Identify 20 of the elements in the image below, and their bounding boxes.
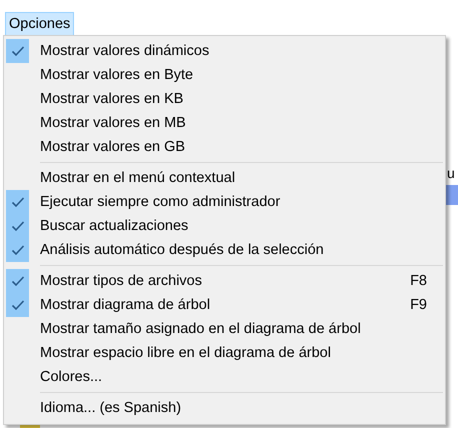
menu-bar-item[interactable]: Opciones — [5, 12, 74, 37]
menu-item[interactable]: Mostrar valores en GB — [4, 135, 445, 159]
menu-item[interactable]: Mostrar tamaño asignado en el diagrama de árbol — [4, 317, 445, 341]
shortcut-text: F9 — [410, 297, 427, 313]
menu-item[interactable]: Mostrar valores en Byte — [4, 63, 445, 87]
menu-item[interactable]: Ejecutar siempre como administrador — [4, 190, 445, 214]
menu-item[interactable]: Mostrar valores dinámicos — [4, 39, 445, 63]
menu-item[interactable]: Mostrar espacio libre en el diagrama de árbol — [4, 341, 445, 365]
menu-item[interactable]: Análisis automático después de la selección — [4, 238, 445, 262]
selected-row — [446, 185, 458, 205]
menu-item[interactable]: Mostrar valores en MB — [4, 111, 445, 135]
menu-item[interactable]: Mostrar tipos de archivos F8 — [4, 269, 445, 293]
menu-item[interactable]: Idioma... (es Spanish) — [4, 396, 445, 420]
menu-item[interactable]: Mostrar valores en KB — [4, 87, 445, 111]
column-header: u — [447, 165, 455, 181]
menu-item[interactable]: Mostrar en el menú contextual — [4, 166, 445, 190]
menu-item[interactable]: Buscar actualizaciones — [4, 214, 445, 238]
shortcut-text: F8 — [410, 273, 427, 289]
menu-item[interactable]: Colores... — [4, 365, 445, 389]
menu-item[interactable]: Mostrar diagrama de árbol F9 — [4, 293, 445, 317]
